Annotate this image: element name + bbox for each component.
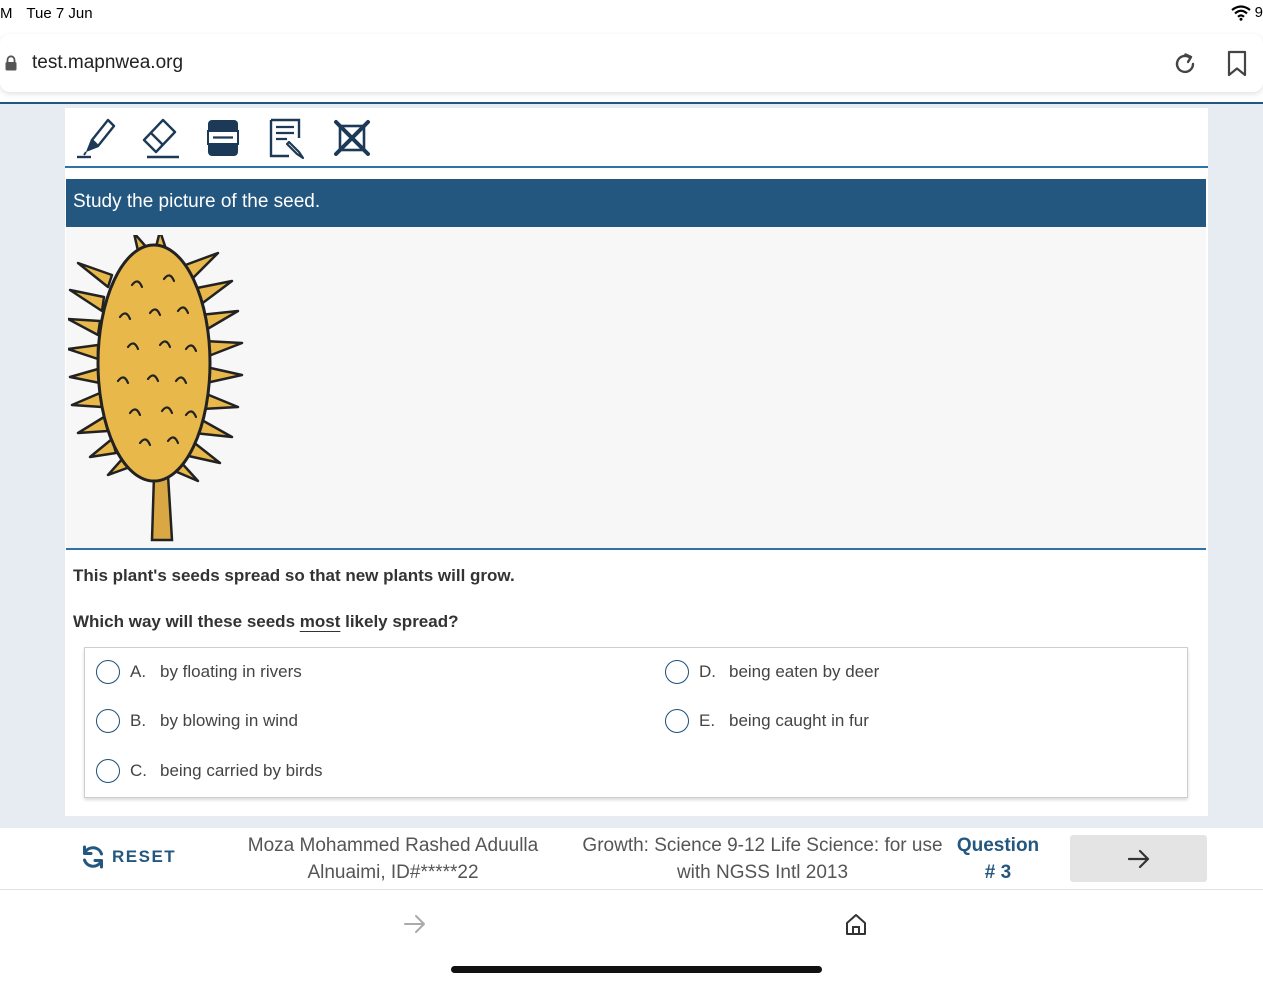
status-right: 9 bbox=[1230, 4, 1263, 21]
test-name-line2: with NGSS Intl 2013 bbox=[676, 862, 849, 883]
seed-illustration bbox=[68, 235, 244, 542]
test-name: Growth: Science 9-12 Life Science: for u… bbox=[570, 832, 955, 886]
choice-e[interactable]: E. being caught in fur bbox=[665, 706, 869, 736]
status-date: Tue 7 Jun bbox=[26, 5, 93, 22]
choice-text: by blowing in wind bbox=[160, 711, 298, 730]
radio-button-d[interactable] bbox=[665, 660, 689, 684]
eraser-icon[interactable] bbox=[139, 116, 183, 160]
wifi-icon bbox=[1230, 4, 1251, 21]
line-reader-icon[interactable] bbox=[201, 116, 245, 160]
bookmark-icon[interactable] bbox=[1226, 50, 1248, 77]
next-question-button[interactable] bbox=[1070, 835, 1207, 882]
choice-letter: C. bbox=[130, 761, 147, 780]
question-prompt: Which way will these seeds most likely s… bbox=[73, 612, 459, 632]
question-number: Question # 3 bbox=[950, 832, 1046, 886]
status-left: M Tue 7 Jun bbox=[0, 5, 103, 22]
question-panel: Study the picture of the seed. This plan… bbox=[65, 108, 1208, 816]
reset-icon bbox=[83, 845, 103, 869]
radio-button-e[interactable] bbox=[665, 709, 689, 733]
question-prompt-start: Which way will these seeds bbox=[73, 612, 300, 631]
choice-a[interactable]: A. by floating in rivers bbox=[96, 657, 302, 687]
test-footer: RESET Moza Mohammed Rashed Aduulla Alnua… bbox=[0, 828, 1263, 890]
choice-text: being carried by birds bbox=[160, 761, 323, 780]
lock-icon bbox=[5, 55, 17, 71]
student-name-line2: Alnuaimi, ID#*****22 bbox=[307, 862, 479, 883]
test-app-area: Study the picture of the seed. This plan… bbox=[0, 102, 1263, 828]
stimulus-header: Study the picture of the seed. bbox=[66, 179, 1206, 227]
choice-text: by floating in rivers bbox=[160, 662, 302, 681]
question-emphasis: most bbox=[299, 612, 341, 631]
forward-icon[interactable] bbox=[403, 913, 427, 935]
radio-button-c[interactable] bbox=[96, 759, 120, 783]
radio-button-a[interactable] bbox=[96, 660, 120, 684]
status-time: M bbox=[0, 5, 13, 22]
choice-text: being caught in fur bbox=[729, 711, 869, 730]
test-name-line1: Growth: Science 9-12 Life Science: for u… bbox=[582, 835, 943, 856]
url-text[interactable]: test.mapnwea.org bbox=[32, 52, 183, 74]
answer-eliminator-icon[interactable] bbox=[330, 116, 374, 160]
question-number-value: # 3 bbox=[984, 862, 1012, 883]
answer-choices: A. by floating in rivers B. by blowing i… bbox=[84, 647, 1188, 798]
browser-bottom-bar bbox=[0, 891, 1263, 982]
battery-level: 9 bbox=[1254, 4, 1263, 21]
student-name: Moza Mohammed Rashed Aduulla Alnuaimi, I… bbox=[228, 832, 558, 886]
reload-icon[interactable] bbox=[1172, 51, 1198, 77]
choice-text: being eaten by deer bbox=[729, 662, 880, 681]
choice-b[interactable]: B. by blowing in wind bbox=[96, 706, 298, 736]
choice-c[interactable]: C. being carried by birds bbox=[96, 756, 323, 786]
reset-button[interactable]: RESET bbox=[80, 844, 176, 870]
reset-label: RESET bbox=[112, 847, 177, 866]
choice-letter: E. bbox=[699, 711, 716, 730]
stimulus-body bbox=[66, 227, 1206, 550]
choice-d[interactable]: D. being eaten by deer bbox=[665, 657, 879, 687]
question-context: This plant's seeds spread so that new pl… bbox=[73, 566, 515, 585]
choice-letter: D. bbox=[699, 662, 716, 681]
status-bar: M Tue 7 Jun 9 bbox=[0, 0, 1263, 28]
address-bar[interactable]: test.mapnwea.org bbox=[0, 34, 1263, 92]
question-number-label: Question bbox=[956, 835, 1040, 856]
question-prompt-end: likely spread? bbox=[340, 612, 459, 631]
radio-button-b[interactable] bbox=[96, 709, 120, 733]
home-indicator[interactable] bbox=[451, 966, 822, 973]
home-icon[interactable] bbox=[845, 913, 867, 935]
notepad-icon[interactable] bbox=[265, 116, 309, 160]
choice-letter: B. bbox=[130, 711, 147, 730]
highlighter-icon[interactable] bbox=[74, 116, 118, 160]
student-name-line1: Moza Mohammed Rashed Aduulla bbox=[247, 835, 539, 856]
tool-bar bbox=[65, 108, 1208, 168]
choice-letter: A. bbox=[130, 662, 147, 681]
arrow-right-icon bbox=[1127, 849, 1149, 868]
